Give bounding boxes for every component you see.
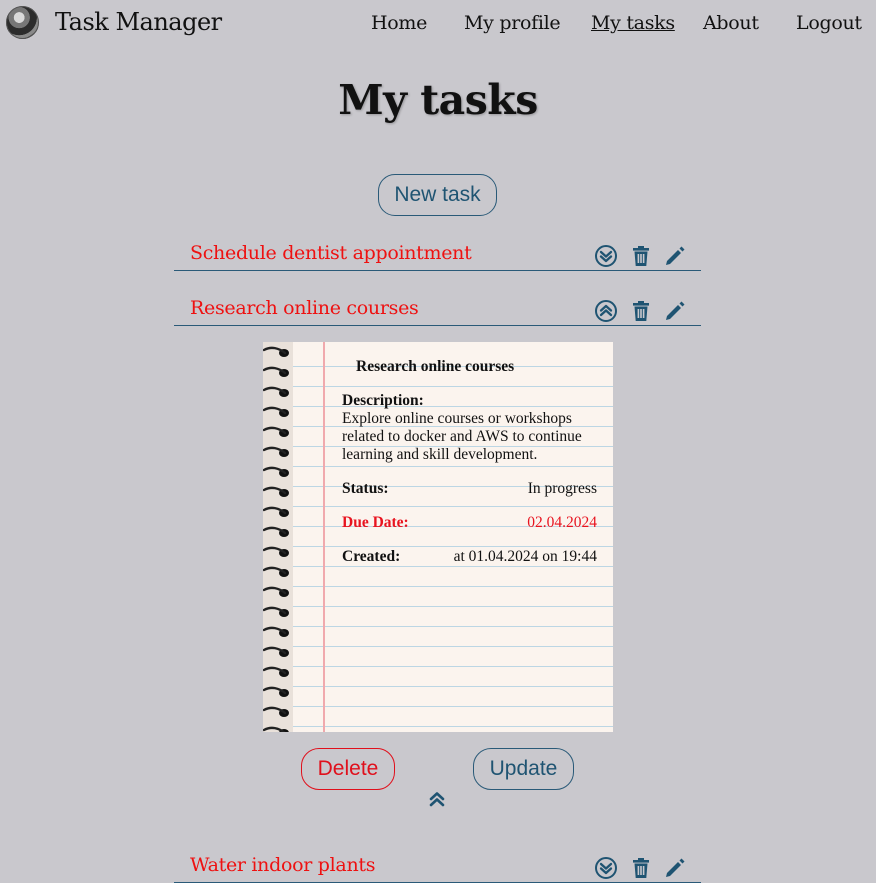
created-value: at 01.04.2024 on 19:44: [453, 548, 597, 565]
nav-my-profile[interactable]: My profile: [464, 12, 561, 34]
chevron-double-up-icon[interactable]: [594, 299, 618, 323]
due-date-field: Due Date: 02.04.2024: [342, 514, 597, 532]
new-task-button[interactable]: New task: [378, 174, 497, 216]
task-row[interactable]: Schedule dentist appointment: [174, 238, 701, 271]
task-title[interactable]: Water indoor plants: [190, 854, 375, 876]
page-title: My tasks: [338, 76, 538, 124]
update-button[interactable]: Update: [473, 748, 574, 790]
due-date-label: Due Date:: [342, 514, 409, 531]
status-value: In progress: [527, 480, 597, 497]
task-row[interactable]: Water indoor plants: [174, 850, 701, 883]
created-label: Created:: [342, 548, 401, 565]
task-title[interactable]: Schedule dentist appointment: [190, 242, 472, 264]
pencil-icon[interactable]: [663, 856, 687, 880]
due-date-value: 02.04.2024: [527, 514, 597, 531]
status-label: Status:: [342, 480, 389, 497]
created-field: Created: at 01.04.2024 on 19:44: [342, 548, 597, 566]
trash-icon[interactable]: [629, 244, 653, 268]
task-row[interactable]: Research online courses: [174, 293, 701, 326]
app-logo[interactable]: [6, 6, 39, 39]
task-detail-card: Research online courses Description: Exp…: [263, 342, 613, 732]
detail-title: Research online courses: [356, 358, 515, 375]
nav-home[interactable]: Home: [371, 12, 427, 34]
spiral-binding: [263, 342, 293, 732]
chevron-double-down-icon[interactable]: [594, 244, 618, 268]
delete-button[interactable]: Delete: [301, 748, 395, 790]
navbar: Task Manager Home My profile My tasks Ab…: [0, 0, 876, 46]
trash-icon[interactable]: [629, 299, 653, 323]
nav-my-tasks[interactable]: My tasks: [591, 12, 675, 34]
margin-line: [323, 342, 325, 732]
description-label: Description:: [342, 392, 424, 409]
chevron-double-down-icon[interactable]: [594, 856, 618, 880]
double-chevron-up-icon[interactable]: [428, 790, 446, 808]
nav-about[interactable]: About: [703, 12, 759, 34]
pencil-icon[interactable]: [663, 299, 687, 323]
task-title[interactable]: Research online courses: [190, 297, 419, 319]
pencil-icon[interactable]: [663, 244, 687, 268]
nav-logout[interactable]: Logout: [796, 12, 862, 34]
status-field: Status: In progress: [342, 480, 597, 498]
trash-icon[interactable]: [629, 856, 653, 880]
brand-title[interactable]: Task Manager: [55, 8, 222, 36]
description-text: Explore online courses or workshops rela…: [342, 410, 582, 463]
